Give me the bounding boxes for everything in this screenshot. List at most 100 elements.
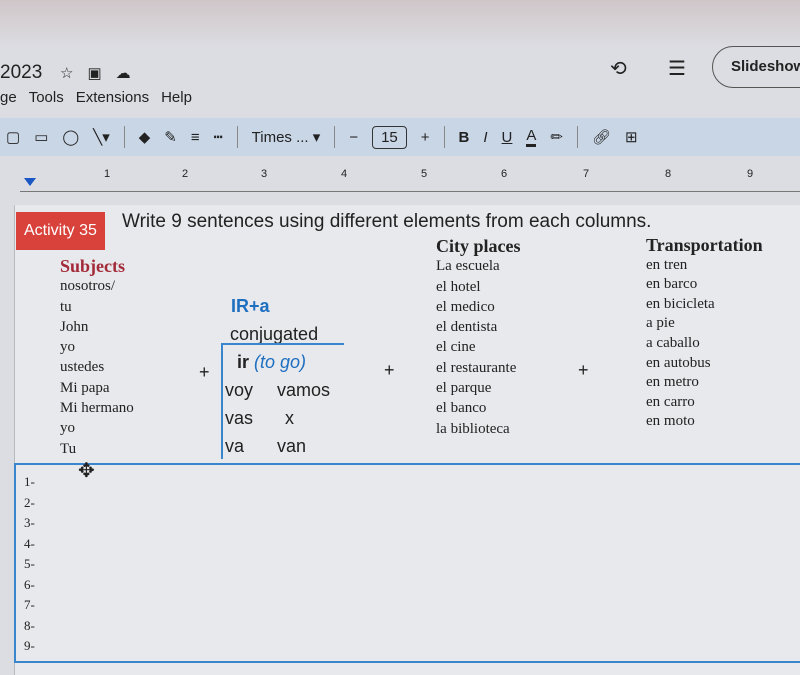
font-size-input[interactable]: 15	[372, 125, 407, 149]
conjugation: va	[225, 436, 245, 456]
add-comment-icon[interactable]: ⊞	[625, 128, 638, 146]
highlight-icon[interactable]: ✏	[550, 128, 563, 146]
indent-marker[interactable]	[24, 178, 36, 186]
menu-extensions[interactable]: Extensions	[76, 89, 149, 106]
fill-color-icon[interactable]: ◆	[139, 128, 151, 146]
italic-button[interactable]: I	[483, 129, 487, 146]
line-icon[interactable]: ╲▾	[93, 128, 110, 146]
places-title: City places	[436, 236, 521, 256]
plus-sign: +	[199, 362, 210, 382]
answer-text-box[interactable]: 1- 2- 3- 4- 5- 6- 7- 8- 9-	[24, 472, 35, 657]
transport-column[interactable]: Transportation en tren en barco en bicic…	[646, 235, 763, 432]
star-icon[interactable]: ☆	[60, 64, 73, 82]
answer-line: 2-	[24, 494, 35, 510]
image-icon[interactable]: ▭	[34, 128, 48, 146]
transport-item: en tren	[646, 256, 688, 273]
answer-line: 1-	[24, 474, 35, 489]
answer-line: 3-	[24, 515, 35, 530]
text-box-border[interactable]	[14, 463, 800, 465]
ruler-label: 1	[104, 168, 111, 180]
menu-tools[interactable]: Tools	[29, 89, 64, 106]
font-size-increase[interactable]: +	[421, 129, 430, 146]
place-item: el banco	[436, 400, 487, 417]
transport-item: a caballo	[646, 334, 700, 351]
subject-item: Mi papa	[60, 379, 110, 396]
ruler-label: 7	[583, 168, 590, 180]
subject-item: Mi hermano	[60, 400, 134, 417]
place-item: el cine	[436, 339, 476, 356]
answer-line: 8-	[24, 617, 35, 633]
subject-item: John	[60, 318, 89, 335]
text-color-button[interactable]: A	[526, 127, 537, 147]
answer-line: 9-	[24, 638, 35, 653]
selection-line	[221, 343, 223, 459]
toolbar: ▢ ▭ ◯ ╲▾ ◆ ✎ ≡ ┅ Times ... ▾ − 15 + B I …	[0, 118, 800, 156]
shape-icon[interactable]: ◯	[62, 128, 79, 146]
cloud-status-icon[interactable]: ☁	[116, 64, 131, 82]
menu-format[interactable]: ge	[0, 89, 17, 106]
border-color-icon[interactable]: ✎	[164, 128, 177, 146]
answer-line: 7-	[24, 597, 35, 612]
transport-item: en barco	[646, 276, 698, 293]
ruler-label: 3	[261, 168, 268, 180]
text-box-border[interactable]	[14, 661, 800, 663]
font-label: Times ...	[251, 129, 309, 146]
place-item: La escuela	[436, 258, 500, 275]
instruction: Write 9 sentences using different elemen…	[122, 211, 652, 232]
answer-line: 6-	[24, 576, 35, 592]
subjects-title: Subjects	[60, 256, 126, 276]
font-size-decrease[interactable]: −	[349, 129, 358, 146]
underline-button[interactable]: U	[502, 129, 513, 146]
transport-item: en bicicleta	[646, 295, 715, 312]
transport-item: en autobus	[646, 354, 711, 371]
conjugation: van	[277, 436, 307, 456]
activity-badge: Activity 35	[16, 212, 105, 250]
ruler-label: 5	[421, 168, 428, 180]
divider	[236, 126, 238, 148]
subject-item: nosotros/	[60, 278, 116, 295]
plus-sign: +	[384, 360, 395, 380]
transport-title: Transportation	[646, 235, 763, 255]
place-item: el medico	[436, 298, 495, 315]
text-box-icon[interactable]: ▢	[6, 128, 20, 146]
place-item: el hotel	[436, 278, 481, 295]
ruler-label: 8	[665, 168, 672, 180]
selection-line	[222, 343, 344, 345]
verb-note: (to go)	[254, 352, 307, 372]
link-icon[interactable]: 🔗︎	[592, 128, 611, 146]
ruler-label: 6	[501, 168, 508, 180]
text-box-border[interactable]	[14, 463, 16, 663]
conjugation: vas	[225, 408, 254, 428]
border-weight-icon[interactable]: ≡	[191, 129, 200, 146]
bold-button[interactable]: B	[459, 129, 470, 146]
subject-item: yo	[60, 339, 75, 356]
subject-item: yo	[60, 420, 75, 437]
transport-item: a pie	[646, 315, 675, 332]
transport-item: en moto	[646, 413, 695, 430]
menu-help[interactable]: Help	[161, 89, 192, 106]
ruler[interactable]: 1 2 3 4 5 6 7 8 9	[20, 162, 800, 192]
place-item: el parque	[436, 380, 492, 397]
doc-title[interactable]: 2023	[0, 62, 42, 84]
font-select[interactable]: Times ... ▾	[252, 128, 321, 146]
verb-table[interactable]: IR+a conjugated ir (to go) voy vamos vas x…	[225, 292, 330, 460]
history-icon[interactable]: ⟲	[610, 56, 627, 81]
conjugation: x	[285, 408, 294, 428]
subject-item: tu	[60, 298, 72, 315]
move-folder-icon[interactable]: ▣	[87, 64, 101, 82]
answer-line: 4-	[24, 535, 35, 551]
subject-item: Tu	[60, 440, 77, 457]
conjugation: voy	[225, 380, 254, 400]
transport-item: en metro	[646, 374, 699, 391]
ruler-label: 4	[341, 168, 348, 180]
ruler-label: 9	[747, 168, 754, 180]
subjects-column[interactable]: Subjects nosotros/ tu John yo ustedes Mi…	[60, 256, 134, 459]
ruler-label: 2	[182, 168, 189, 180]
places-column[interactable]: City places La escuela el hotel el medic…	[436, 236, 521, 439]
border-dash-icon[interactable]: ┅	[214, 128, 223, 146]
comments-icon[interactable]: ☰	[668, 56, 686, 81]
slideshow-button[interactable]: Slideshow	[712, 46, 800, 88]
divider	[334, 126, 336, 148]
divider	[123, 126, 125, 148]
move-cursor-icon: ✥	[78, 460, 95, 482]
